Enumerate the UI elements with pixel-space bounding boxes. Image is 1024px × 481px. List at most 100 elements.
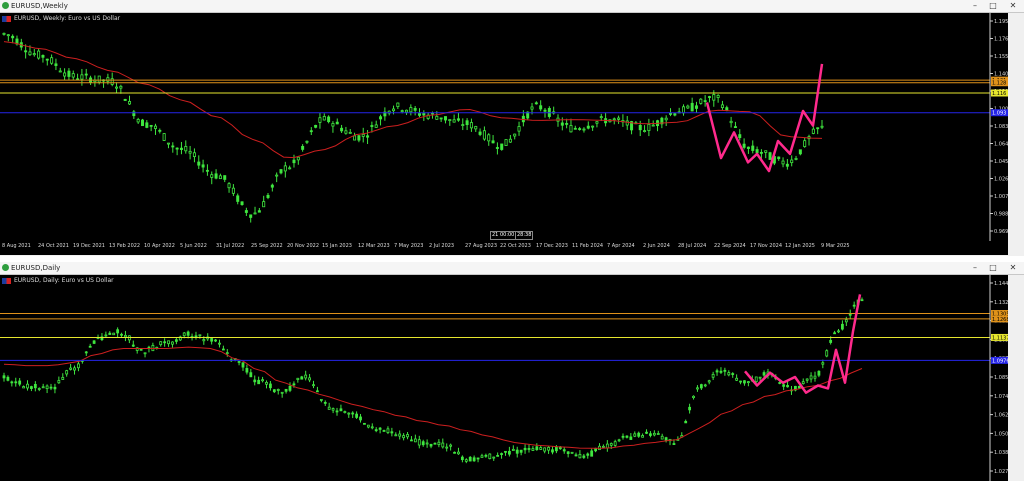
minimize-icon[interactable]: –	[968, 262, 982, 274]
candle	[617, 438, 621, 443]
candle-body	[272, 389, 276, 393]
candle	[716, 94, 720, 103]
candle	[598, 443, 601, 451]
candle	[543, 447, 547, 454]
candle-body	[720, 104, 724, 109]
close-icon[interactable]: ✕	[1006, 262, 1020, 274]
candle-body	[84, 351, 88, 354]
candle-body	[543, 109, 547, 112]
candle	[124, 330, 127, 342]
candle	[517, 121, 521, 136]
candle	[729, 116, 733, 128]
candle	[801, 378, 805, 385]
daily-price-chart[interactable]: EURUSD, Daily: Euro vs US Dollar 1.14465…	[0, 275, 1008, 481]
candle-body	[392, 108, 396, 112]
candle	[143, 352, 147, 358]
candle	[686, 104, 690, 109]
candle	[201, 159, 205, 173]
candle-body	[390, 431, 394, 434]
candle	[386, 426, 390, 435]
candle-body	[860, 299, 864, 302]
candle	[511, 445, 515, 451]
candle-body	[378, 427, 382, 430]
candle-body	[742, 143, 746, 148]
candle-body	[340, 127, 344, 132]
candle-body	[837, 330, 840, 333]
candle	[266, 192, 270, 200]
candle	[116, 327, 120, 338]
candle	[41, 54, 45, 63]
candle	[413, 434, 417, 443]
candle	[707, 379, 711, 385]
candle	[457, 447, 460, 455]
candle-body	[88, 345, 92, 348]
candle-body	[811, 128, 815, 134]
minimize-icon[interactable]: –	[968, 0, 982, 12]
weekly-price-chart[interactable]: EURUSD, Weekly: Euro vs US Dollar 1.195 1…	[0, 13, 1008, 241]
candle-body	[625, 435, 629, 438]
candle	[492, 456, 496, 461]
candle	[794, 155, 798, 161]
candle-body	[308, 377, 311, 381]
candle-body	[223, 175, 227, 180]
candle-body	[565, 123, 569, 125]
candle-body	[723, 369, 727, 372]
candle	[817, 370, 821, 378]
maximize-icon[interactable]: □	[986, 0, 1000, 12]
candle-body	[400, 110, 404, 113]
candle	[476, 457, 480, 463]
candle-body	[782, 384, 786, 387]
candle-body	[301, 145, 305, 150]
candle-body	[124, 335, 127, 338]
candle	[77, 361, 80, 372]
candle	[539, 100, 543, 112]
candle	[93, 75, 97, 87]
candle-body	[406, 434, 409, 438]
zigzag-pattern-line	[744, 294, 862, 394]
candle-body	[198, 334, 202, 337]
candle-body	[359, 416, 362, 421]
moving-average-line	[3, 346, 863, 449]
candle-body	[322, 116, 326, 121]
candle-body	[237, 361, 241, 363]
candle-body	[158, 129, 162, 132]
candle	[318, 112, 322, 129]
candle	[809, 372, 813, 383]
candle	[63, 68, 67, 81]
candle-body	[335, 410, 339, 413]
candle	[335, 118, 339, 125]
weekly-titlebar[interactable]: EURUSD,Weekly – □ ✕	[0, 0, 1024, 13]
candles-group	[2, 32, 824, 223]
candle	[194, 331, 198, 340]
close-icon[interactable]: ✕	[1006, 0, 1020, 12]
candle	[361, 127, 365, 143]
candle	[192, 148, 196, 163]
candle-body	[292, 159, 296, 164]
candle	[163, 338, 167, 347]
time-axis-label: 19 Dec 2021	[73, 243, 105, 249]
candle-body	[590, 450, 594, 457]
candle	[257, 207, 261, 213]
candle	[682, 104, 686, 116]
candle-body	[539, 447, 543, 450]
candle	[768, 151, 772, 160]
price-tick-label: 1.14465	[994, 281, 1008, 287]
candle-body	[801, 381, 805, 385]
candle	[673, 112, 677, 117]
candle-body	[482, 130, 486, 140]
candle-body	[197, 161, 201, 166]
candle-body	[149, 124, 153, 127]
maximize-icon[interactable]: □	[986, 262, 1000, 274]
time-axis-label: 31 Jul 2022	[216, 243, 245, 249]
candle-body	[312, 384, 315, 387]
candle	[422, 110, 426, 121]
price-tick-label: 1.155	[994, 54, 1008, 60]
candle-body	[296, 156, 300, 161]
candle	[688, 403, 692, 414]
price-tick-label: 1.064	[994, 142, 1008, 148]
daily-titlebar[interactable]: EURUSD,Daily – □ ✕	[0, 262, 1024, 275]
candle-body	[507, 450, 511, 455]
candle-body	[112, 332, 116, 336]
candle-body	[318, 117, 322, 123]
candle	[32, 48, 36, 57]
